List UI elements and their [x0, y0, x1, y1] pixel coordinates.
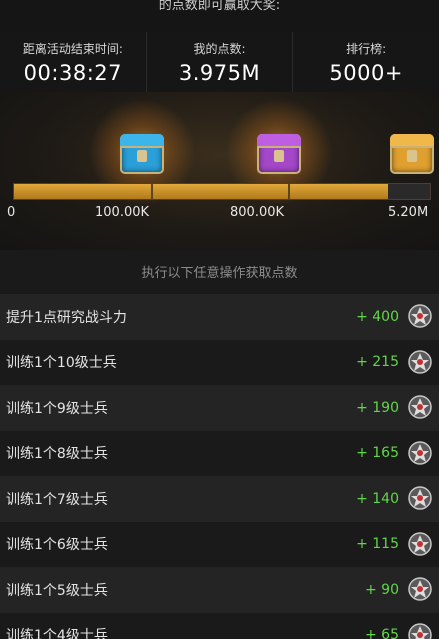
points-emblem-icon [408, 304, 432, 328]
points-emblem-icon [408, 440, 432, 465]
task-row: 训练1个6级士兵 + 115 [0, 521, 439, 567]
reward-area [0, 92, 439, 250]
task-name: 训练1个7级士兵 [6, 491, 108, 508]
milestone-label: 100.00K [95, 205, 150, 220]
blue-chest-icon[interactable] [88, 98, 196, 206]
milestone-label: 800.00K [230, 205, 285, 220]
header-text: 的点数即可赢取大奖: [158, 0, 281, 13]
task-name: 训练1个4级士兵 [6, 628, 108, 639]
task-name: 训练1个5级士兵 [6, 582, 108, 599]
task-row: 训练1个5级士兵 + 90 [0, 567, 439, 613]
task-row: 训练1个7级士兵 + 140 [0, 476, 439, 522]
stat-my-points: 我的点数: 3.975M [147, 32, 294, 92]
task-points: + 65 [365, 627, 399, 639]
chest-lock [274, 150, 284, 162]
task-name: 训练1个6级士兵 [6, 537, 108, 554]
points-emblem-icon [408, 531, 432, 556]
milestone-label: 5.20M [388, 205, 429, 220]
progress-fill [14, 184, 389, 199]
points-emblem-icon [408, 577, 432, 601]
task-points: + 165 [356, 445, 399, 462]
header-banner: 的点数即可赢取大奖: [0, 0, 439, 32]
points-emblem-icon [408, 349, 432, 374]
points-emblem-icon [408, 395, 432, 419]
task-points: + 190 [356, 399, 399, 416]
task-row: 提升1点研究战斗力 + 400 [0, 294, 439, 340]
points-emblem-icon [408, 486, 432, 510]
chest-lid [390, 134, 434, 148]
task-points: + 140 [356, 490, 399, 507]
stat-value: 3.975M [178, 61, 261, 85]
stat-time-left: 距离活动结束时间: 00:38:27 [0, 32, 147, 92]
gold-chest-icon[interactable] [388, 128, 439, 176]
task-row: 训练1个4级士兵 + 65 [0, 612, 439, 639]
task-row: 训练1个10级士兵 + 215 [0, 339, 439, 385]
task-name: 提升1点研究战斗力 [6, 309, 127, 326]
points-emblem-icon [408, 622, 432, 639]
task-points: + 90 [365, 581, 399, 598]
stat-label: 我的点数: [193, 42, 246, 56]
task-points: + 115 [356, 536, 399, 553]
stat-value: 00:38:27 [23, 61, 122, 85]
task-row: 训练1个9级士兵 + 190 [0, 385, 439, 431]
stat-value: 5000+ [329, 61, 403, 85]
task-list: 提升1点研究战斗力 + 400 训练1个10级士兵 + 215 训练1个9级士兵… [0, 294, 439, 639]
stat-label: 距离活动结束时间: [22, 42, 123, 56]
task-points: + 215 [356, 354, 399, 371]
chest-lid [257, 134, 301, 148]
points-progress-bar [13, 183, 431, 200]
purple-chest-icon[interactable] [225, 98, 333, 206]
progress-divider [288, 184, 290, 199]
stat-ranking[interactable]: 排行榜: 5000+ [293, 32, 439, 92]
stat-label: 排行榜: [346, 42, 387, 56]
task-points: + 400 [356, 308, 399, 325]
progress-divider [151, 184, 153, 199]
chest-lock [137, 150, 147, 162]
chest-lid [120, 134, 164, 148]
task-row: 训练1个8级士兵 + 165 [0, 430, 439, 476]
milestone-label: 0 [7, 205, 16, 220]
chest-lock [407, 150, 417, 162]
task-name: 训练1个8级士兵 [6, 446, 108, 463]
stats-bar: 距离活动结束时间: 00:38:27 我的点数: 3.975M 排行榜: 500… [0, 32, 439, 92]
task-name: 训练1个9级士兵 [6, 400, 108, 417]
task-name: 训练1个10级士兵 [6, 355, 117, 372]
section-title: 执行以下任意操作获取点数 [141, 266, 298, 281]
